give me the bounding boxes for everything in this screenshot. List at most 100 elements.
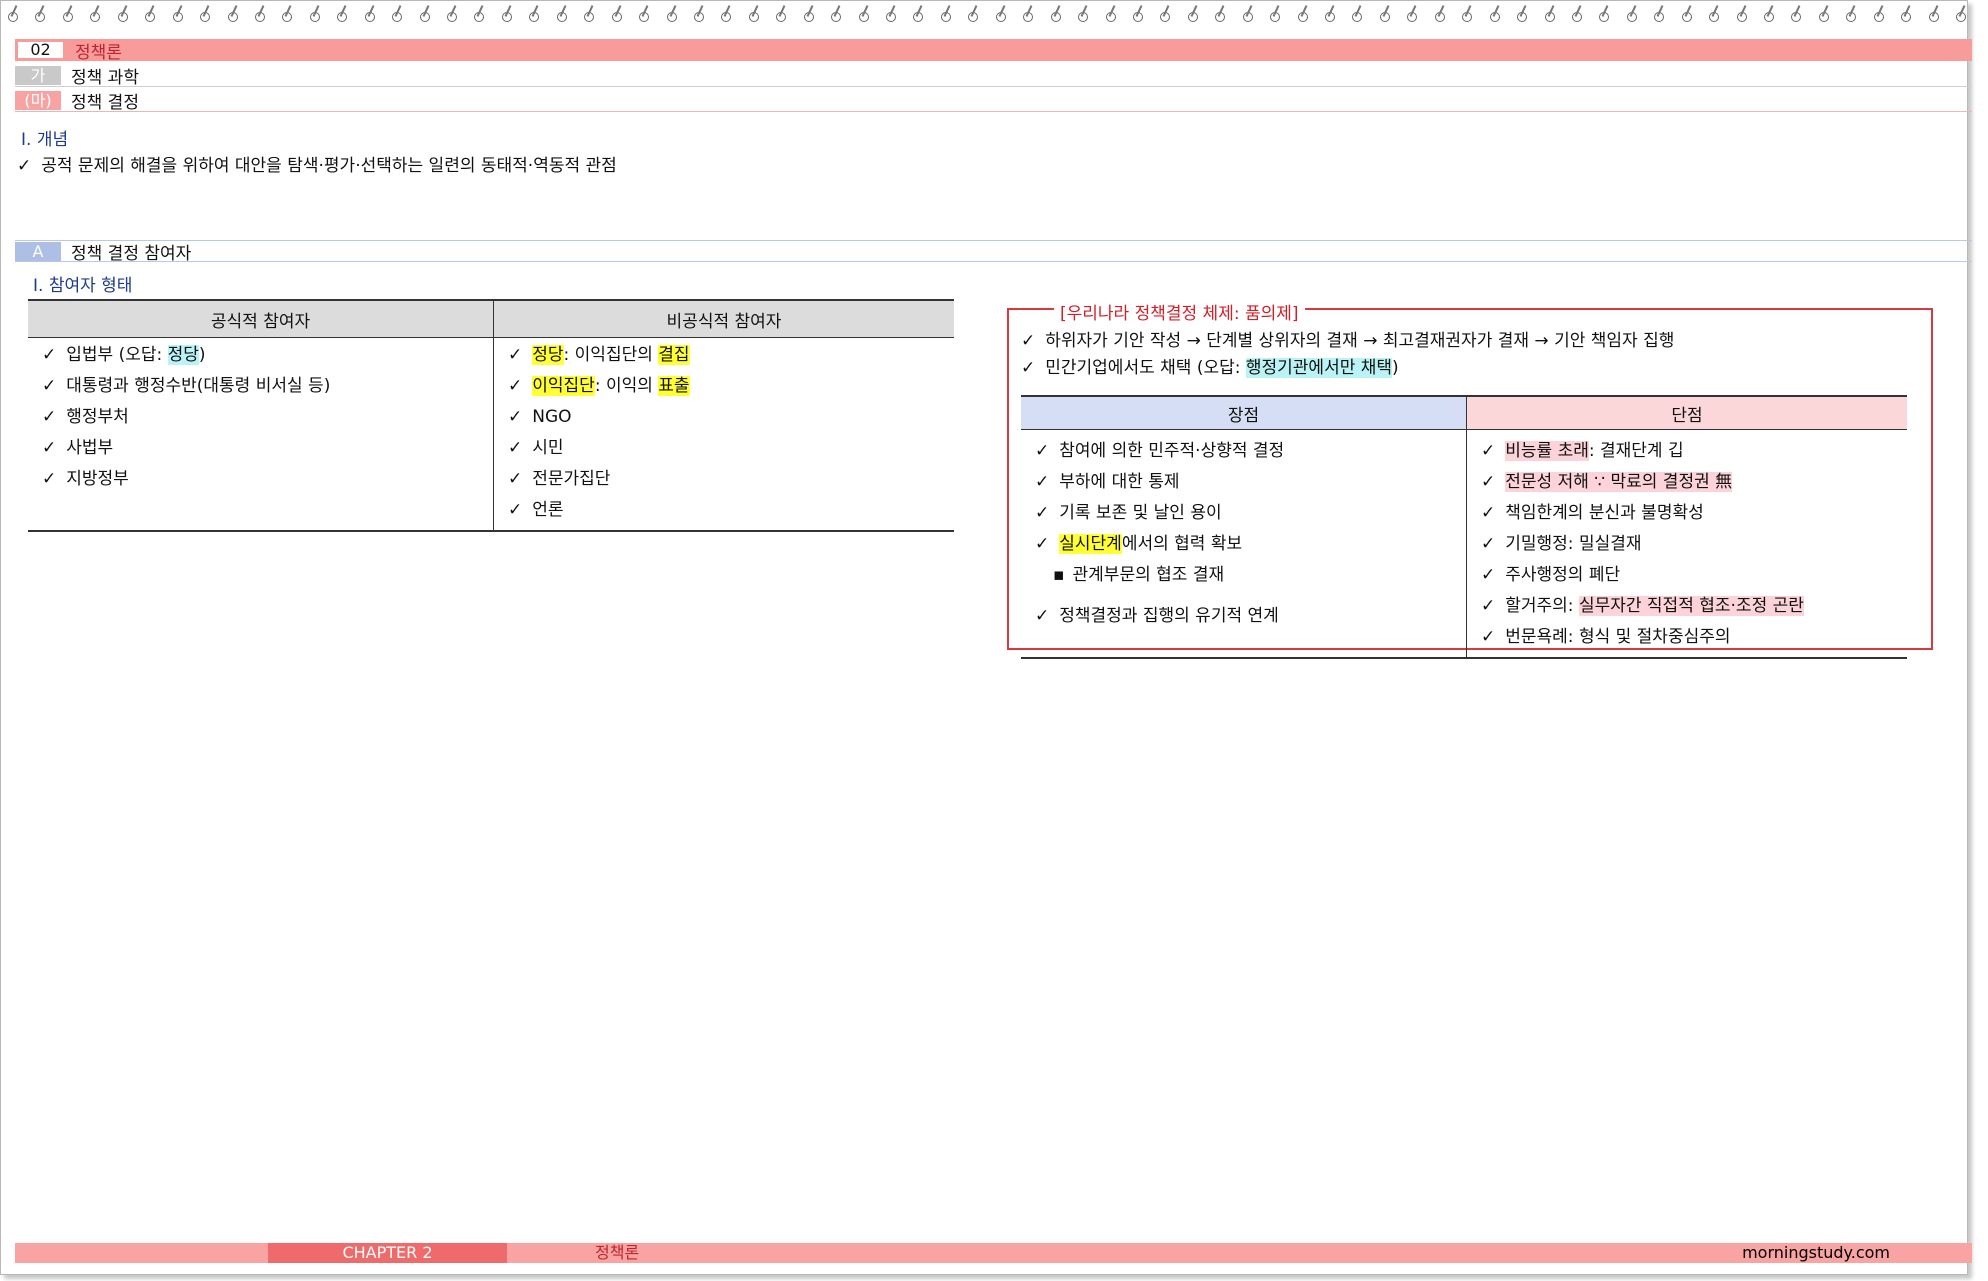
pumui-title: [우리나라 정책결정 체제: 품의제] <box>1054 299 1305 324</box>
spiral-ring-icon <box>1242 5 1253 23</box>
spiral-ring-icon <box>473 5 485 23</box>
bullet-icon: ▪ <box>1053 565 1065 585</box>
spiral-ring-icon <box>1790 5 1802 23</box>
spiral-ring-icon <box>1873 5 1884 23</box>
spiral-ring-icon <box>1132 5 1143 23</box>
spiral-ring-icon <box>199 5 211 23</box>
spiral-ring-icon <box>1818 5 1829 23</box>
spiral-ring-icon <box>583 5 595 23</box>
spiral-ring-icon <box>940 5 951 23</box>
spiral-ring-icon <box>254 5 265 23</box>
list-item: ✓ 주사행정의 폐단 <box>1481 565 1621 585</box>
spiral-ring-icon <box>1653 5 1665 23</box>
spiral-ring-icon <box>666 5 677 23</box>
check-icon: ✓ <box>1481 472 1496 492</box>
spiral-ring-icon <box>172 5 183 23</box>
spiral-ring-icon <box>1571 5 1582 23</box>
check-icon: ✓ <box>508 376 523 396</box>
spiral-ring-icon <box>336 5 348 23</box>
spiral-ring-icon <box>1269 5 1281 23</box>
spiral-ring-icon <box>830 5 842 23</box>
section-title: 정책 과학 <box>71 67 139 88</box>
check-icon: ✓ <box>1035 472 1050 492</box>
list-item: ✓ 언론 <box>508 500 564 520</box>
list-item: ✓ 행정부처 <box>42 407 129 427</box>
list-item: ✓ 대통령과 행정수반(대통령 비서실 등) <box>42 376 331 396</box>
list-item: ✓ 기밀행정: 밀실결재 <box>1481 534 1642 554</box>
list-item: ✓ 정당: 이익집단의 결집 <box>508 345 690 365</box>
unofficial-cell: ✓ 정당: 이익집단의 결집 ✓ 이익집단: 이익의 표출 ✓ NGO ✓ 시민 ✓ 전문… <box>493 337 954 532</box>
spiral-ring-icon <box>775 5 787 23</box>
check-icon: ✓ <box>42 376 57 396</box>
spiral-ring-icon <box>1955 5 1967 23</box>
subsection-header: (마) 정책 결정 <box>15 89 1972 113</box>
participants-table: 공식적 참여자 비공식적 참여자 ✓ 입법부 (오답: 정당) ✓ 대통령과 행정수… <box>28 299 954 532</box>
disadvantages-header: 단점 <box>1466 395 1907 430</box>
spiral-ring-icon <box>1159 5 1171 23</box>
concept-text: 공적 문제의 해결을 위하여 대안을 탐색·평가·선택하는 일련의 동태적·역동… <box>41 156 617 176</box>
spiral-ring-icon <box>1351 5 1363 23</box>
concept-heading: Ⅰ. 개념 <box>21 130 69 150</box>
list-item: ✓ 지방정부 <box>42 469 129 489</box>
spiral-ring-icon <box>419 5 430 23</box>
list-item: ✓ 참여에 의한 민주적·상향적 결정 <box>1035 441 1285 461</box>
subsection-tag: (마) <box>15 90 61 110</box>
check-icon: ✓ <box>1035 503 1050 523</box>
check-icon: ✓ <box>1035 534 1050 554</box>
list-item: ✓ 실시단계에서의 협력 확보 <box>1035 534 1243 554</box>
list-item: ✓ 정책결정과 집행의 유기적 연계 <box>1035 606 1279 626</box>
spiral-ring-icon <box>638 5 650 23</box>
check-icon: ✓ <box>508 407 523 427</box>
check-icon: ✓ <box>42 345 57 365</box>
section-a-title: 정책 결정 참여자 <box>71 243 192 264</box>
list-item: ✓ 이익집단: 이익의 표출 <box>508 376 690 396</box>
list-item: ✓ 번문욕례: 형식 및 절차중심주의 <box>1481 627 1731 647</box>
subsection-title: 정책 결정 <box>71 92 139 113</box>
spiral-ring-icon <box>501 5 512 23</box>
spiral-ring-icon <box>391 5 403 23</box>
pros-cons-table: 장점 단점 ✓ 참여에 의한 민주적·상향적 결정 ✓ 부하에 대한 통제 ✓ 기록 … <box>1021 395 1907 659</box>
list-item: ✓ 시민 <box>508 438 564 458</box>
spiral-ring-icon <box>227 5 238 23</box>
spiral-ring-icon <box>1626 5 1637 23</box>
spiral-ring-icon <box>912 5 924 23</box>
check-icon: ✓ <box>42 469 57 489</box>
spiral-binding <box>7 5 1967 27</box>
check-icon: ✓ <box>508 345 523 365</box>
chapter-header: 02 정책론 <box>15 39 1972 63</box>
advantages-cell: ✓ 참여에 의한 민주적·상향적 결정 ✓ 부하에 대한 통제 ✓ 기록 보존 및 날… <box>1021 429 1467 659</box>
check-icon: ✓ <box>1021 358 1036 378</box>
spiral-ring-icon <box>1489 5 1500 23</box>
footer-title: 정책론 <box>595 1243 640 1262</box>
list-item: ✓ 부하에 대한 통제 <box>1035 472 1180 492</box>
spiral-ring-icon <box>693 5 704 23</box>
disadvantages-cell: ✓ 비능률 초래: 결재단계 깁 ✓ 전문성 저해 ∵ 막료의 결정권 無 ✓ 책임한… <box>1466 429 1907 659</box>
document-page: 02 정책론 가 정책 과학 (마) 정책 결정 Ⅰ. 개념 ✓ 공적 문제의 해… <box>0 0 1972 1275</box>
section-a-header: A 정책 결정 참여자 <box>15 240 1972 264</box>
spiral-ring-icon <box>995 5 1006 23</box>
section-tag: 가 <box>15 65 61 85</box>
check-icon: ✓ <box>1481 441 1496 461</box>
check-icon: ✓ <box>1035 441 1050 461</box>
spiral-ring-icon <box>1406 5 1418 23</box>
spiral-ring-icon <box>858 5 869 23</box>
concept-line: ✓ 공적 문제의 해결을 위하여 대안을 탐색·평가·선택하는 일련의 동태적·역… <box>17 151 617 176</box>
spiral-ring-icon <box>1214 5 1226 23</box>
official-cell: ✓ 입법부 (오답: 정당) ✓ 대통령과 행정수반(대통령 비서실 등) ✓ 행정부… <box>28 337 494 532</box>
spiral-ring-icon <box>7 5 18 23</box>
spiral-ring-icon <box>1736 5 1747 23</box>
check-icon: ✓ <box>17 156 32 176</box>
participants-heading: Ⅰ. 참여자 형태 <box>33 276 133 296</box>
list-item: ✓ NGO <box>508 407 572 427</box>
spiral-ring-icon <box>1544 5 1555 23</box>
spiral-ring-icon <box>1379 5 1390 23</box>
spiral-ring-icon <box>1681 5 1692 23</box>
spiral-ring-icon <box>1105 5 1116 23</box>
unofficial-header: 비공식적 참여자 <box>493 299 954 338</box>
page-footer: CHAPTER 2 정책론 morningstudy.com <box>15 1243 1972 1263</box>
spiral-ring-icon <box>364 5 375 23</box>
spiral-ring-icon <box>309 5 320 23</box>
spiral-ring-icon <box>1461 5 1473 23</box>
spiral-ring-icon <box>803 5 814 23</box>
spiral-ring-icon <box>1598 5 1610 23</box>
